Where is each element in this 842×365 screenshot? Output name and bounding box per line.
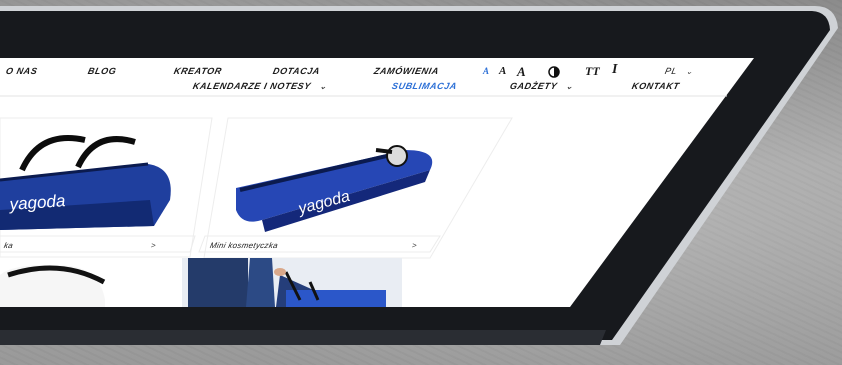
nav-item-kalendarze[interactable]: KALENDARZE I NOTESY ⌄ — [192, 81, 328, 91]
nav-item-label: GADŻETY — [508, 81, 559, 91]
text-cursor-icon[interactable]: I — [612, 62, 617, 78]
monitor-bezel: yagoda yagoda — [0, 0, 842, 365]
nav-item-o-nas[interactable]: O NAS — [5, 66, 39, 76]
nav-item-kreator[interactable]: KREATOR — [173, 66, 223, 76]
nav-item-blog[interactable]: BLOG — [87, 66, 118, 76]
nav-item-dotacja[interactable]: DOTACJA — [272, 66, 321, 76]
product-image-traveler — [182, 258, 402, 307]
language-selector[interactable]: PL ⌄ — [664, 66, 695, 76]
product-caption-1[interactable]: ka — [3, 241, 14, 250]
product-caption-2[interactable]: Mini kosmetyczka — [209, 241, 279, 250]
nav-item-kontakt[interactable]: KONTAKT — [631, 81, 681, 91]
font-size-small-icon[interactable]: A — [483, 66, 489, 76]
text-size-icon[interactable]: TT — [585, 64, 600, 79]
language-label: PL — [663, 66, 679, 76]
nav-item-label: KALENDARZE I NOTESY — [191, 81, 312, 91]
monitor-chin — [0, 330, 606, 345]
nav-item-sublimacja[interactable]: SUBLIMACJA — [391, 81, 458, 91]
nav-item-zamowienia[interactable]: ZAMÓWIENIA — [373, 66, 440, 76]
font-size-medium-icon[interactable]: A — [499, 65, 506, 77]
font-size-large-icon[interactable]: A — [517, 64, 526, 80]
nav-item-gadzety[interactable]: GADŻETY ⌄ — [509, 81, 575, 91]
svg-text:yagoda: yagoda — [8, 191, 66, 214]
